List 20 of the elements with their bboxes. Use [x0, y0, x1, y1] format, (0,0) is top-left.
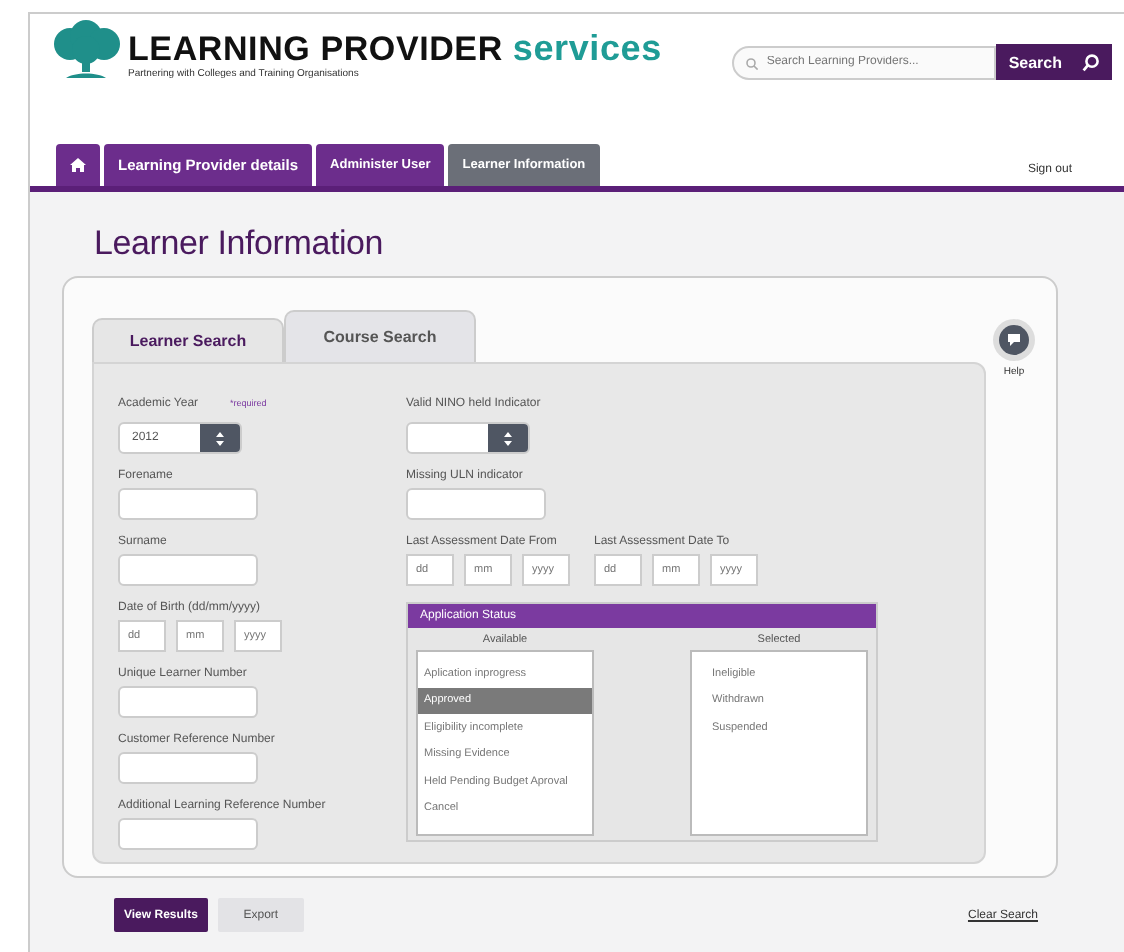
updown-icon: [216, 431, 224, 445]
site-title: LEARNING PROVIDER services: [128, 30, 662, 68]
page-title: Learner Information: [94, 224, 386, 264]
home-tab[interactable]: [56, 144, 100, 186]
help-icon[interactable]: [992, 318, 1036, 362]
search-button[interactable]: Search: [996, 44, 1112, 80]
search-icon: [1082, 53, 1100, 71]
tree-icon: [50, 19, 122, 79]
input-field[interactable]: [118, 686, 258, 718]
search-tab[interactable]: Course Search: [284, 310, 476, 362]
updown-icon: [504, 431, 512, 445]
search-icon: [746, 57, 759, 69]
input-field[interactable]: [118, 554, 258, 586]
input-field[interactable]: [118, 818, 258, 850]
search-tab[interactable]: Learner Search: [92, 318, 284, 362]
home-icon: [70, 158, 86, 172]
input-field[interactable]: [406, 488, 546, 520]
dropdown[interactable]: [406, 422, 530, 454]
input-field[interactable]: [118, 752, 258, 784]
input-field[interactable]: [118, 488, 258, 520]
